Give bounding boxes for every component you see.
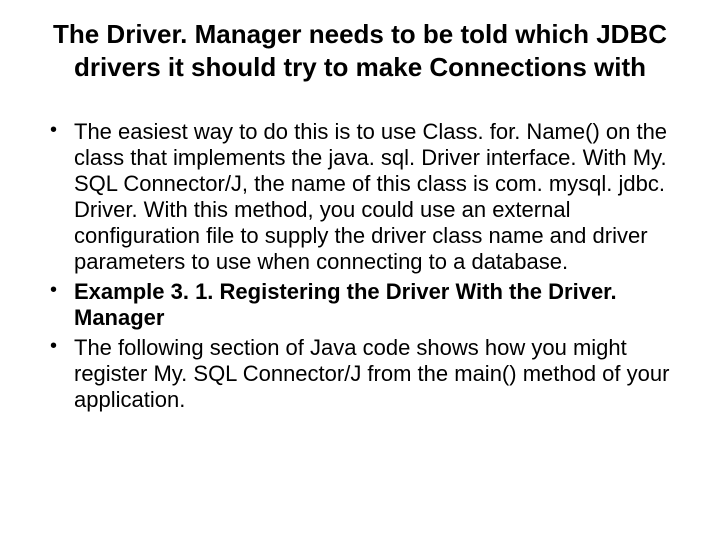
bullet-text: Example 3. 1. Registering the Driver Wit… — [74, 279, 617, 330]
list-item: Example 3. 1. Registering the Driver Wit… — [46, 279, 674, 331]
bullet-text: The following section of Java code shows… — [74, 335, 669, 412]
list-item: The easiest way to do this is to use Cla… — [46, 119, 674, 275]
list-item: The following section of Java code shows… — [46, 335, 674, 413]
slide: The Driver. Manager needs to be told whi… — [0, 0, 720, 540]
bullet-list: The easiest way to do this is to use Cla… — [46, 119, 674, 412]
bullet-text: The easiest way to do this is to use Cla… — [74, 119, 667, 274]
slide-title: The Driver. Manager needs to be told whi… — [52, 18, 668, 83]
